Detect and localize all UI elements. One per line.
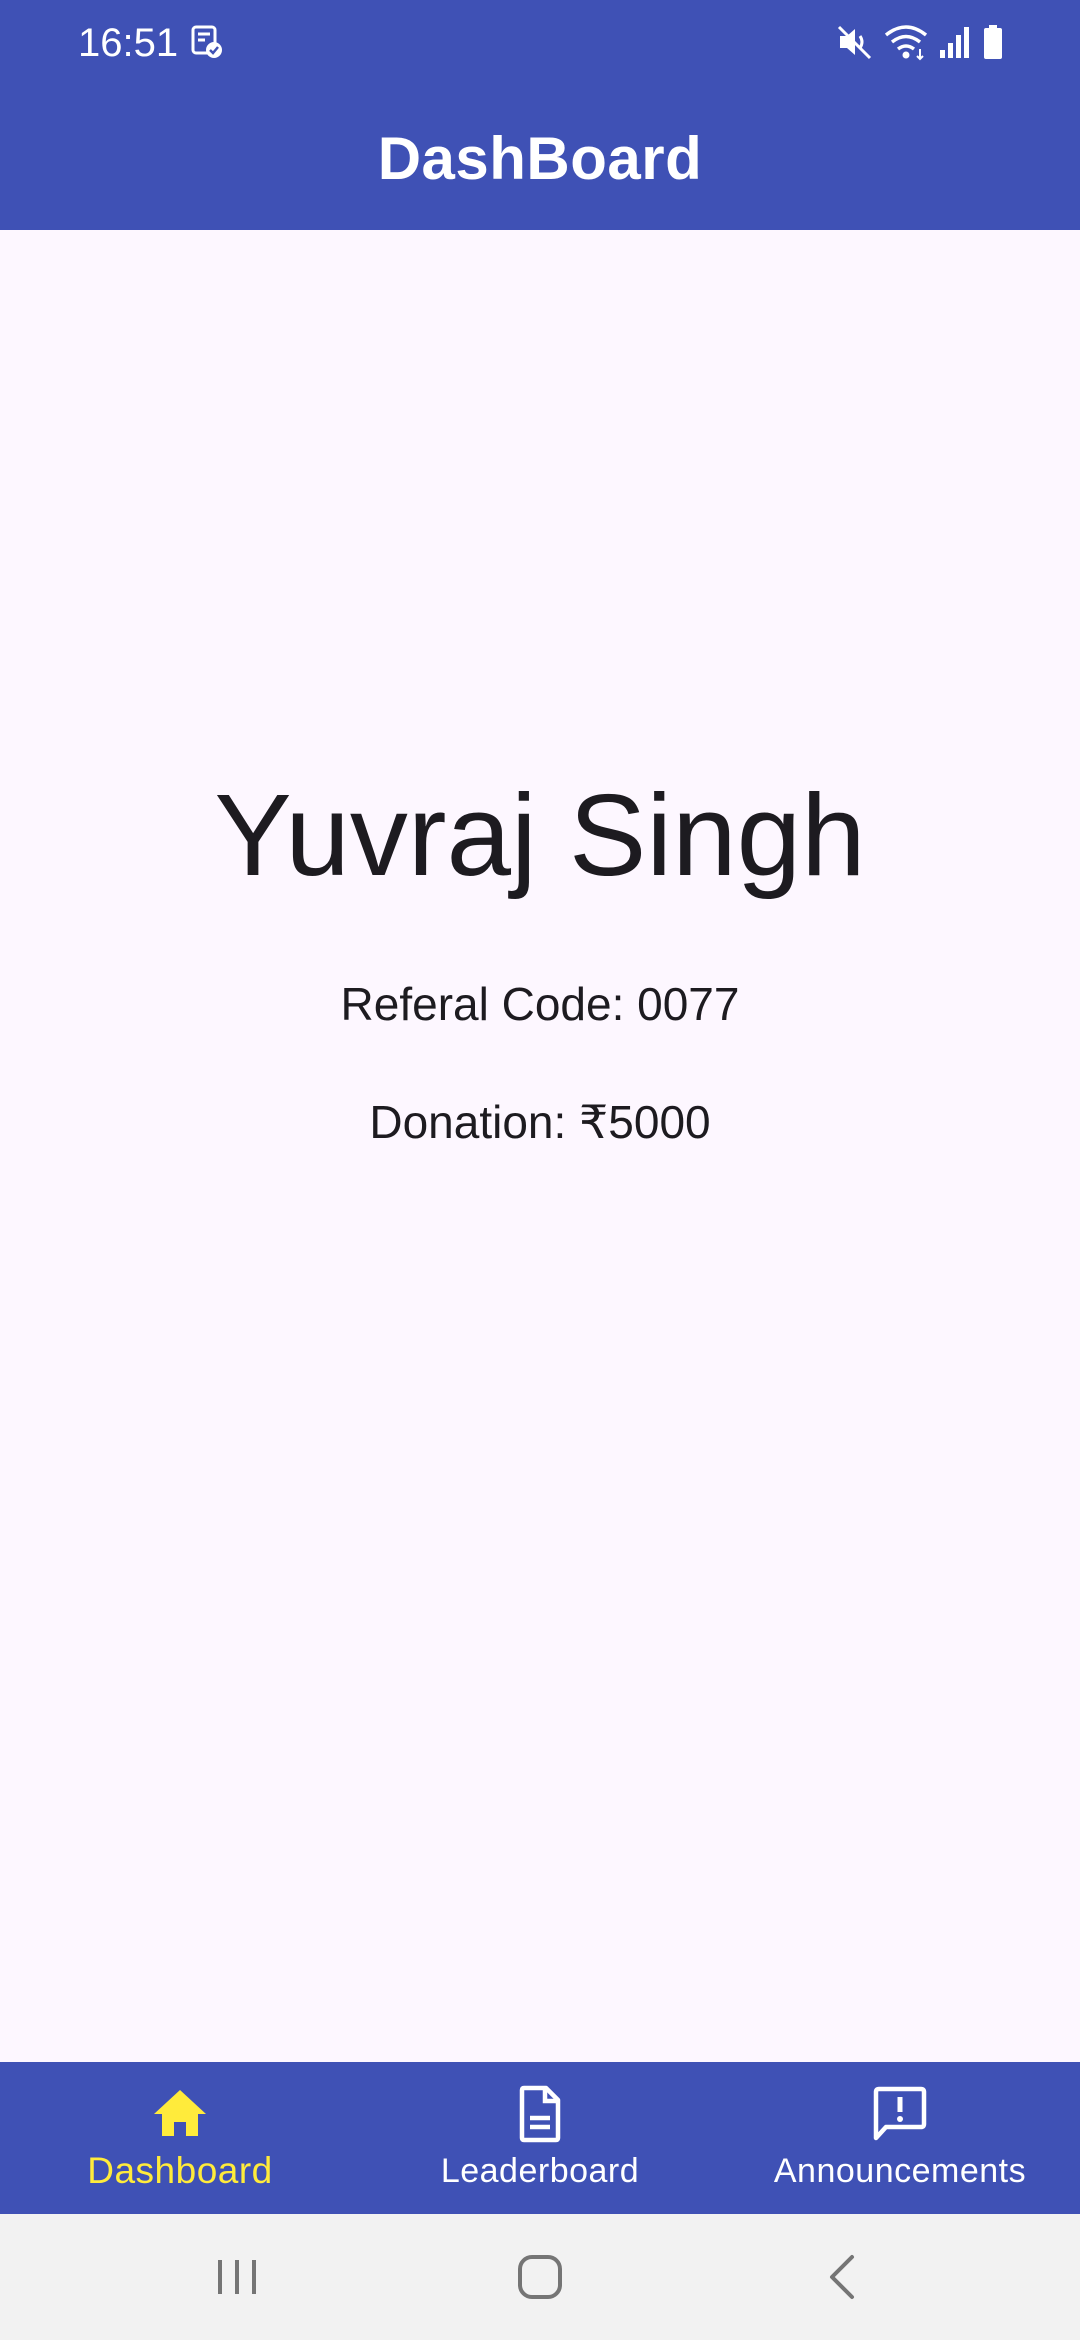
status-time: 16:51 (78, 21, 179, 65)
wifi-icon (884, 23, 928, 61)
document-icon (508, 2082, 572, 2146)
nav-label-dashboard: Dashboard (87, 2150, 273, 2191)
donation-amount: Donation: ₹5000 (369, 1096, 711, 1148)
bottom-navigation: Dashboard Leaderboard Announcements (0, 2062, 1080, 2214)
referral-code: Referal Code: 0077 (340, 978, 740, 1030)
battery-icon (982, 24, 1004, 60)
page-title: DashBoard (377, 124, 703, 192)
home-icon (148, 2082, 212, 2146)
recents-button[interactable] (204, 2244, 270, 2310)
nav-item-leaderboard[interactable]: Leaderboard (360, 2062, 720, 2214)
user-name: Yuvraj Singh (214, 770, 866, 900)
app-bar: DashBoard (0, 86, 1080, 230)
nav-label-announcements: Announcements (773, 2152, 1027, 2190)
dashboard-content: Yuvraj Singh Referal Code: 0077 Donation… (0, 230, 1080, 2062)
back-chevron-icon (830, 2255, 854, 2299)
nav-label-leaderboard: Leaderboard (440, 2152, 640, 2190)
status-bar: 16:51 (0, 0, 1080, 86)
announcement-icon (868, 2082, 932, 2146)
system-navigation-bar (0, 2214, 1080, 2340)
nav-item-dashboard[interactable]: Dashboard (0, 2062, 360, 2214)
status-icons (836, 22, 1004, 62)
screenshot-notification-icon (190, 24, 224, 60)
back-button[interactable] (810, 2244, 876, 2310)
signal-icon (938, 24, 972, 60)
mute-icon (836, 23, 874, 61)
home-circle-icon (518, 2255, 562, 2299)
recents-icon (218, 2260, 256, 2294)
nav-item-announcements[interactable]: Announcements (720, 2062, 1080, 2214)
home-button[interactable] (507, 2244, 573, 2310)
